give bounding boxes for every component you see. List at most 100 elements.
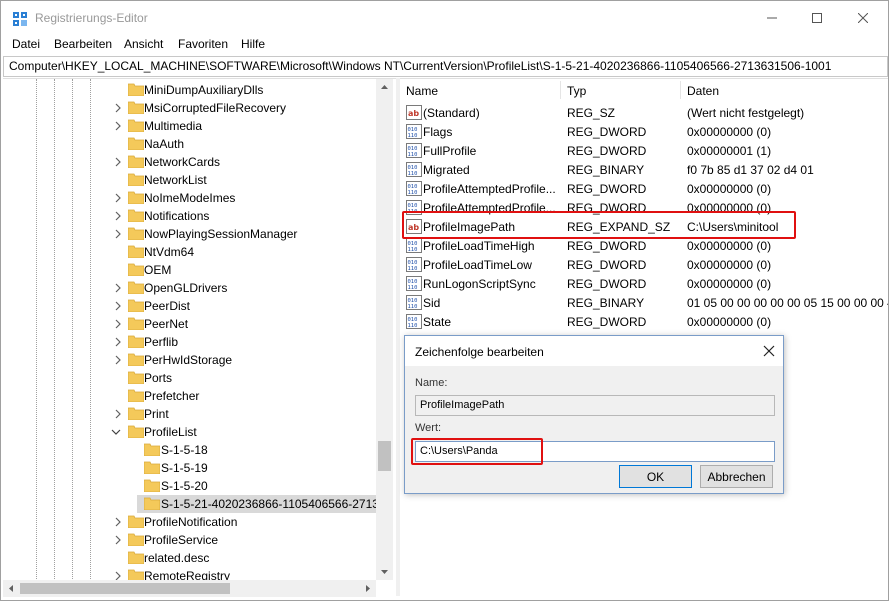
tree-hscroll-thumb[interactable] <box>20 583 230 594</box>
value-row[interactable]: 010 110 ProfileAttemptedProfile... REG_DWOR… <box>400 179 888 198</box>
scroll-left-arrow-icon[interactable] <box>3 580 19 597</box>
chevron-right-icon[interactable] <box>113 229 123 239</box>
menu-favoriten[interactable]: Favoriten <box>178 37 228 51</box>
value-row[interactable]: 010 110 Sid REG_BINARY 01 05 00 00 00 00 00 … <box>400 293 888 312</box>
close-button[interactable] <box>840 1 886 35</box>
tree-vertical-scrollbar[interactable] <box>376 79 393 580</box>
scroll-up-arrow-icon[interactable] <box>376 79 393 95</box>
tree-scroll-thumb[interactable] <box>378 441 391 471</box>
chevron-right-icon[interactable] <box>113 211 123 221</box>
value-label: Wert: <box>415 422 442 434</box>
dialog-close-icon[interactable] <box>763 345 775 357</box>
tree-item[interactable]: ProfileService <box>3 531 376 549</box>
value-row[interactable]: 010 110 ProfileLoadTimeLow REG_DWORD 0x00000… <box>400 255 888 274</box>
tree-item-label: Multimedia <box>144 119 203 133</box>
value-row[interactable]: 010 110 RunLogonScriptSync REG_DWORD 0x00000… <box>400 274 888 293</box>
minimize-button[interactable] <box>749 1 795 35</box>
tree-item[interactable]: NetworkCards <box>3 153 376 171</box>
tree-item-label: NtVdm64 <box>144 245 195 259</box>
chevron-right-icon[interactable] <box>113 283 123 293</box>
chevron-right-icon[interactable] <box>113 301 123 311</box>
tree-item[interactable]: Ports <box>3 369 376 387</box>
value-row[interactable]: ab (Standard) REG_SZ (Wert nicht festgelegt… <box>400 103 888 122</box>
tree-horizontal-scrollbar[interactable] <box>3 580 376 597</box>
tree-item[interactable]: NowPlayingSessionManager <box>3 225 376 243</box>
tree-item[interactable]: OpenGLDrivers <box>3 279 376 297</box>
tree-item[interactable]: related.desc <box>3 549 376 567</box>
menu-bearbeiten[interactable]: Bearbeiten <box>54 37 112 51</box>
tree-item[interactable]: NetworkList <box>3 171 376 189</box>
tree-item[interactable]: S-1-5-19 <box>3 459 376 477</box>
chevron-right-icon[interactable] <box>113 535 123 545</box>
svg-text:ab: ab <box>408 109 419 118</box>
tree-item[interactable]: PeerDist <box>3 297 376 315</box>
chevron-right-icon[interactable] <box>113 319 123 329</box>
chevron-right-icon[interactable] <box>113 103 123 113</box>
chevron-right-icon[interactable] <box>113 355 123 365</box>
value-row[interactable]: 010 110 Migrated REG_BINARY f0 7b 85 d1 37 0… <box>400 160 888 179</box>
folder-icon <box>128 173 144 186</box>
tree-item-label: NetworkCards <box>144 155 221 169</box>
tree-item[interactable]: S-1-5-21-4020236866-1105406566-271363 <box>137 495 392 513</box>
column-header-name[interactable]: Name <box>400 79 560 101</box>
tree-item[interactable]: MiniDumpAuxiliaryDlls <box>3 81 376 99</box>
tree-item[interactable]: S-1-5-20 <box>3 477 376 495</box>
value-data: 0x00000000 (0) <box>687 277 772 291</box>
tree-item[interactable]: NtVdm64 <box>3 243 376 261</box>
column-header-type[interactable]: Typ <box>561 79 680 101</box>
tree-item-label: NaAuth <box>144 137 185 151</box>
tree-item[interactable]: PerHwIdStorage <box>3 351 376 369</box>
value-row[interactable]: 010 110 State REG_DWORD 0x00000000 (0) <box>400 312 888 331</box>
folder-icon <box>144 443 160 456</box>
tree-item[interactable]: NoImeModeImes <box>3 189 376 207</box>
chevron-down-icon[interactable] <box>111 427 121 437</box>
chevron-right-icon[interactable] <box>113 517 123 527</box>
svg-text:110: 110 <box>408 285 418 291</box>
menu-ansicht[interactable]: Ansicht <box>124 37 163 51</box>
folder-icon <box>128 551 144 564</box>
folder-icon <box>144 497 160 510</box>
value-row[interactable]: 010 110 Flags REG_DWORD 0x00000000 (0) <box>400 122 888 141</box>
value-data: 0x00000000 (0) <box>687 315 772 329</box>
chevron-right-icon[interactable] <box>113 337 123 347</box>
chevron-right-icon[interactable] <box>113 121 123 131</box>
menu-hilfe[interactable]: Hilfe <box>241 37 265 51</box>
tree-item[interactable]: OEM <box>3 261 376 279</box>
value-type: REG_BINARY <box>567 163 645 177</box>
scroll-right-arrow-icon[interactable] <box>360 580 376 597</box>
tree-item[interactable]: ProfileNotification <box>3 513 376 531</box>
tree-item[interactable]: ProfileList <box>3 423 376 441</box>
tree-item[interactable]: PeerNet <box>3 315 376 333</box>
tree-item[interactable]: Multimedia <box>3 117 376 135</box>
chevron-right-icon[interactable] <box>113 193 123 203</box>
window-title: Registrierungs-Editor <box>35 11 148 25</box>
chevron-right-icon[interactable] <box>113 409 123 419</box>
value-row[interactable]: 010 110 FullProfile REG_DWORD 0x00000001 (1) <box>400 141 888 160</box>
column-header-data[interactable]: Daten <box>681 79 888 101</box>
tree-item[interactable]: MsiCorruptedFileRecovery <box>3 99 376 117</box>
folder-icon <box>128 119 144 132</box>
ok-button[interactable]: OK <box>619 465 692 488</box>
svg-text:110: 110 <box>408 133 418 139</box>
tree-item[interactable]: Perflib <box>3 333 376 351</box>
cancel-button[interactable]: Abbrechen <box>700 465 773 488</box>
maximize-button[interactable] <box>794 1 840 35</box>
tree-item-label: PeerDist <box>144 299 191 313</box>
scroll-down-arrow-icon[interactable] <box>376 564 393 580</box>
menu-datei[interactable]: Datei <box>12 37 40 51</box>
tree-item[interactable]: Prefetcher <box>3 387 376 405</box>
tree-item[interactable]: Notifications <box>3 207 376 225</box>
name-label: Name: <box>415 377 448 389</box>
folder-icon <box>144 479 160 492</box>
folder-icon <box>128 317 144 330</box>
folder-icon <box>128 389 144 402</box>
dialog-title-bar: Zeichenfolge bearbeiten <box>405 336 783 366</box>
string-value-icon: ab <box>406 105 422 120</box>
address-bar[interactable]: Computer\HKEY_LOCAL_MACHINE\SOFTWARE\Mic… <box>3 56 888 77</box>
folder-icon <box>128 155 144 168</box>
tree-item[interactable]: NaAuth <box>3 135 376 153</box>
chevron-right-icon[interactable] <box>113 157 123 167</box>
tree-item[interactable]: Print <box>3 405 376 423</box>
tree-item[interactable]: S-1-5-18 <box>3 441 376 459</box>
folder-icon <box>128 335 144 348</box>
